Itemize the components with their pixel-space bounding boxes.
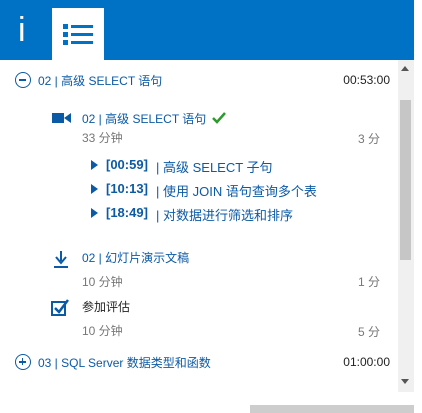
play-icon xyxy=(91,208,98,218)
scroll-thumb[interactable] xyxy=(400,100,411,260)
slides-title[interactable]: 02 | 幻灯片演示文稿 xyxy=(82,249,189,266)
vertical-scrollbar[interactable] xyxy=(398,60,414,392)
video-length: 33 分钟 xyxy=(82,131,123,145)
module-title[interactable]: 03 | SQL Server 数据类型和函数 xyxy=(38,354,211,371)
video-camera-icon xyxy=(52,113,71,123)
video-title[interactable]: 02 | 高级 SELECT 语句 xyxy=(82,110,206,127)
scroll-down-arrow-icon[interactable] xyxy=(401,379,409,384)
chapter-label[interactable]: | 使用 JOIN 语句查询多个表 xyxy=(156,181,317,200)
slides-length: 10 分钟 xyxy=(82,275,123,289)
module-duration: 00:53:00 xyxy=(343,73,390,87)
assessment-points: 5 分 xyxy=(357,325,380,339)
chapter-label[interactable]: | 对数据进行筛选和排序 xyxy=(156,205,293,224)
collapse-icon[interactable] xyxy=(15,72,31,88)
expand-icon[interactable] xyxy=(15,354,31,370)
scroll-up-arrow-icon[interactable] xyxy=(401,66,409,71)
download-icon xyxy=(54,251,68,268)
top-toolbar: i xyxy=(0,0,414,60)
checkbox-icon xyxy=(51,299,69,316)
horizontal-scrollbar[interactable] xyxy=(250,405,414,413)
chapter-time[interactable]: [18:49] xyxy=(106,205,148,220)
checkmark-icon xyxy=(212,112,226,124)
chapter-time[interactable]: [00:59] xyxy=(106,157,148,172)
video-points: 3 分 xyxy=(357,132,380,146)
assessment-length: 10 分钟 xyxy=(82,324,123,338)
assessment-title[interactable]: 参加评估 xyxy=(82,298,130,315)
info-icon: i xyxy=(18,11,26,49)
slides-points: 1 分 xyxy=(357,275,380,289)
tab-info[interactable]: i xyxy=(0,8,52,60)
play-icon xyxy=(91,184,98,194)
course-outline-pane: 02 | 高级 SELECT 语句 00:53:00 02 | 高级 SELEC… xyxy=(0,60,397,390)
play-icon xyxy=(91,160,98,170)
chapter-time[interactable]: [10:13] xyxy=(106,181,148,196)
chapter-label[interactable]: | 高级 SELECT 子句 xyxy=(156,157,273,176)
module-title[interactable]: 02 | 高级 SELECT 语句 xyxy=(38,72,162,89)
tab-course-outline[interactable] xyxy=(52,8,104,60)
module-duration: 01:00:00 xyxy=(343,355,390,369)
list-icon xyxy=(63,24,93,45)
